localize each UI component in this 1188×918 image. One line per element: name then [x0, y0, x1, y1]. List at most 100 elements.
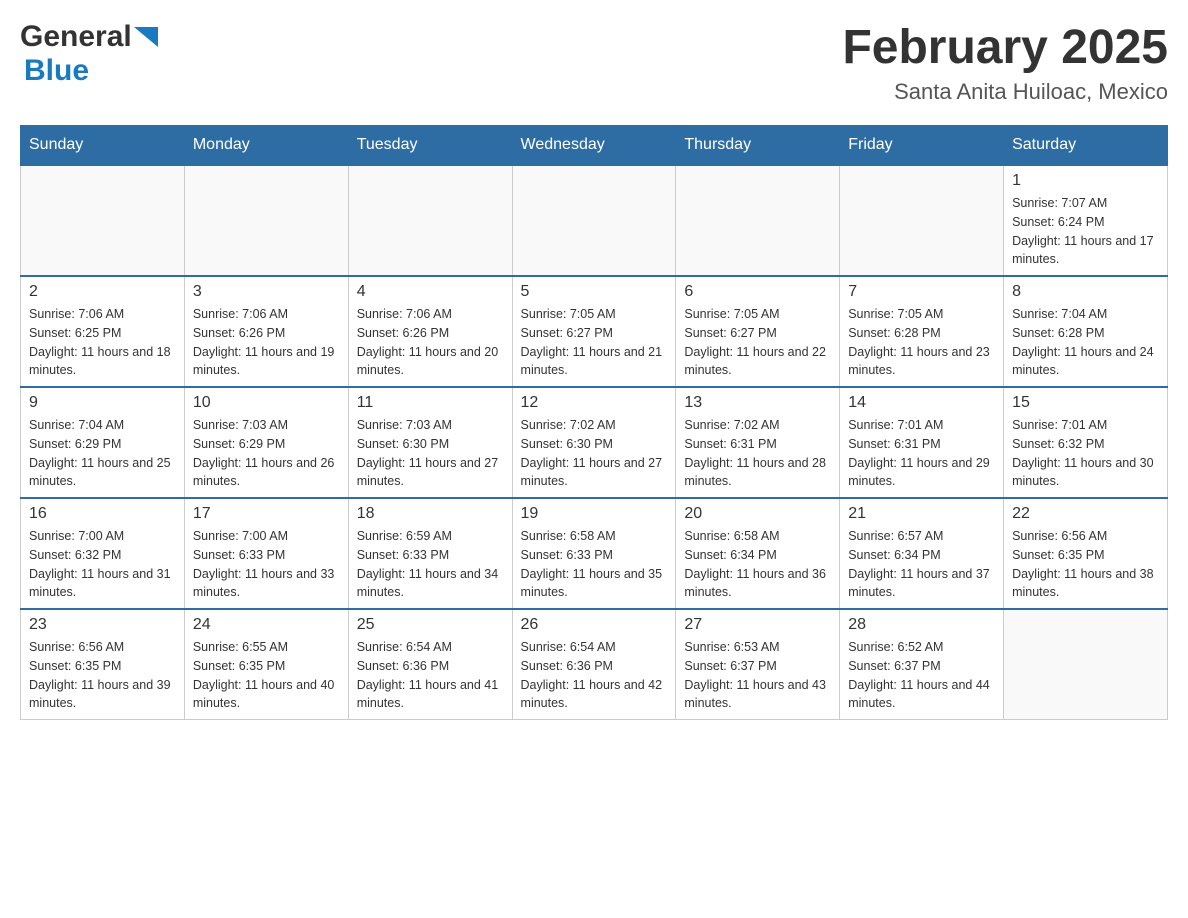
day-info: Sunrise: 7:02 AMSunset: 6:30 PMDaylight:…	[521, 416, 668, 491]
calendar-cell-week4-day5: 20 Sunrise: 6:58 AMSunset: 6:34 PMDayligh…	[676, 498, 840, 609]
day-info: Sunrise: 6:54 AMSunset: 6:36 PMDaylight:…	[357, 638, 504, 713]
calendar-cell-week5-day4: 26 Sunrise: 6:54 AMSunset: 6:36 PMDayligh…	[512, 609, 676, 720]
weekday-header-thursday: Thursday	[676, 126, 840, 166]
day-number: 16	[29, 505, 176, 523]
calendar-cell-week4-day7: 22 Sunrise: 6:56 AMSunset: 6:35 PMDayligh…	[1004, 498, 1168, 609]
day-number: 22	[1012, 505, 1159, 523]
location-title: Santa Anita Huiloac, Mexico	[842, 79, 1168, 105]
day-number: 19	[521, 505, 668, 523]
day-info: Sunrise: 7:05 AMSunset: 6:27 PMDaylight:…	[521, 305, 668, 380]
day-info: Sunrise: 7:01 AMSunset: 6:32 PMDaylight:…	[1012, 416, 1159, 491]
day-number: 25	[357, 616, 504, 634]
day-number: 10	[193, 394, 340, 412]
day-info: Sunrise: 7:07 AMSunset: 6:24 PMDaylight:…	[1012, 194, 1159, 269]
logo-triangle-icon	[134, 27, 158, 51]
day-info: Sunrise: 7:05 AMSunset: 6:28 PMDaylight:…	[848, 305, 995, 380]
day-info: Sunrise: 6:55 AMSunset: 6:35 PMDaylight:…	[193, 638, 340, 713]
day-number: 4	[357, 283, 504, 301]
calendar-cell-week1-day4	[512, 165, 676, 276]
calendar-cell-week2-day7: 8 Sunrise: 7:04 AMSunset: 6:28 PMDaylight…	[1004, 276, 1168, 387]
calendar-cell-week3-day3: 11 Sunrise: 7:03 AMSunset: 6:30 PMDayligh…	[348, 387, 512, 498]
day-info: Sunrise: 6:59 AMSunset: 6:33 PMDaylight:…	[357, 527, 504, 602]
day-info: Sunrise: 7:02 AMSunset: 6:31 PMDaylight:…	[684, 416, 831, 491]
weekday-header-row: SundayMondayTuesdayWednesdayThursdayFrid…	[21, 126, 1168, 166]
day-info: Sunrise: 7:06 AMSunset: 6:25 PMDaylight:…	[29, 305, 176, 380]
day-number: 17	[193, 505, 340, 523]
day-info: Sunrise: 7:00 AMSunset: 6:32 PMDaylight:…	[29, 527, 176, 602]
calendar-cell-week5-day7	[1004, 609, 1168, 720]
week-row-2: 2 Sunrise: 7:06 AMSunset: 6:25 PMDaylight…	[21, 276, 1168, 387]
calendar-cell-week2-day4: 5 Sunrise: 7:05 AMSunset: 6:27 PMDaylight…	[512, 276, 676, 387]
weekday-header-tuesday: Tuesday	[348, 126, 512, 166]
day-number: 8	[1012, 283, 1159, 301]
day-number: 26	[521, 616, 668, 634]
calendar-cell-week3-day6: 14 Sunrise: 7:01 AMSunset: 6:31 PMDayligh…	[840, 387, 1004, 498]
weekday-header-saturday: Saturday	[1004, 126, 1168, 166]
calendar-cell-week5-day6: 28 Sunrise: 6:52 AMSunset: 6:37 PMDayligh…	[840, 609, 1004, 720]
day-info: Sunrise: 7:04 AMSunset: 6:28 PMDaylight:…	[1012, 305, 1159, 380]
day-number: 27	[684, 616, 831, 634]
day-info: Sunrise: 7:04 AMSunset: 6:29 PMDaylight:…	[29, 416, 176, 491]
week-row-3: 9 Sunrise: 7:04 AMSunset: 6:29 PMDaylight…	[21, 387, 1168, 498]
day-info: Sunrise: 7:06 AMSunset: 6:26 PMDaylight:…	[193, 305, 340, 380]
page-header: General Blue February 2025 Santa Anita H…	[20, 20, 1168, 105]
day-number: 2	[29, 283, 176, 301]
day-number: 28	[848, 616, 995, 634]
day-number: 9	[29, 394, 176, 412]
calendar-cell-week2-day1: 2 Sunrise: 7:06 AMSunset: 6:25 PMDaylight…	[21, 276, 185, 387]
day-info: Sunrise: 6:53 AMSunset: 6:37 PMDaylight:…	[684, 638, 831, 713]
calendar-cell-week3-day5: 13 Sunrise: 7:02 AMSunset: 6:31 PMDayligh…	[676, 387, 840, 498]
day-info: Sunrise: 7:03 AMSunset: 6:30 PMDaylight:…	[357, 416, 504, 491]
day-info: Sunrise: 6:56 AMSunset: 6:35 PMDaylight:…	[29, 638, 176, 713]
calendar-cell-week2-day5: 6Sunrise: 7:05 AMSunset: 6:27 PMDaylight…	[676, 276, 840, 387]
day-info: Sunrise: 6:56 AMSunset: 6:35 PMDaylight:…	[1012, 527, 1159, 602]
calendar-cell-week1-day6	[840, 165, 1004, 276]
calendar-cell-week5-day2: 24Sunrise: 6:55 AMSunset: 6:35 PMDayligh…	[184, 609, 348, 720]
calendar-cell-week4-day1: 16 Sunrise: 7:00 AMSunset: 6:32 PMDayligh…	[21, 498, 185, 609]
week-row-5: 23 Sunrise: 6:56 AMSunset: 6:35 PMDayligh…	[21, 609, 1168, 720]
day-number: 6	[684, 283, 831, 301]
day-info: Sunrise: 6:58 AMSunset: 6:34 PMDaylight:…	[684, 527, 831, 602]
calendar-cell-week1-day2	[184, 165, 348, 276]
calendar-cell-week3-day2: 10Sunrise: 7:03 AMSunset: 6:29 PMDayligh…	[184, 387, 348, 498]
calendar-cell-week1-day7: 1 Sunrise: 7:07 AMSunset: 6:24 PMDaylight…	[1004, 165, 1168, 276]
calendar-cell-week5-day3: 25 Sunrise: 6:54 AMSunset: 6:36 PMDayligh…	[348, 609, 512, 720]
day-number: 23	[29, 616, 176, 634]
day-number: 14	[848, 394, 995, 412]
calendar-table: SundayMondayTuesdayWednesdayThursdayFrid…	[20, 125, 1168, 720]
day-number: 21	[848, 505, 995, 523]
day-info: Sunrise: 6:52 AMSunset: 6:37 PMDaylight:…	[848, 638, 995, 713]
day-info: Sunrise: 6:54 AMSunset: 6:36 PMDaylight:…	[521, 638, 668, 713]
day-number: 1	[1012, 172, 1159, 190]
calendar-cell-week1-day3	[348, 165, 512, 276]
day-number: 3	[193, 283, 340, 301]
day-number: 11	[357, 394, 504, 412]
month-title: February 2025	[842, 20, 1168, 75]
calendar-cell-week4-day2: 17 Sunrise: 7:00 AMSunset: 6:33 PMDayligh…	[184, 498, 348, 609]
day-number: 20	[684, 505, 831, 523]
day-info: Sunrise: 7:06 AMSunset: 6:26 PMDaylight:…	[357, 305, 504, 380]
logo: General Blue	[20, 20, 158, 88]
weekday-header-sunday: Sunday	[21, 126, 185, 166]
calendar-cell-week2-day6: 7 Sunrise: 7:05 AMSunset: 6:28 PMDaylight…	[840, 276, 1004, 387]
day-number: 12	[521, 394, 668, 412]
day-info: Sunrise: 7:01 AMSunset: 6:31 PMDaylight:…	[848, 416, 995, 491]
calendar-cell-week1-day5	[676, 165, 840, 276]
calendar-cell-week4-day6: 21 Sunrise: 6:57 AMSunset: 6:34 PMDayligh…	[840, 498, 1004, 609]
calendar-cell-week4-day4: 19Sunrise: 6:58 AMSunset: 6:33 PMDayligh…	[512, 498, 676, 609]
day-number: 13	[684, 394, 831, 412]
calendar-cell-week2-day3: 4 Sunrise: 7:06 AMSunset: 6:26 PMDaylight…	[348, 276, 512, 387]
calendar-cell-week4-day3: 18Sunrise: 6:59 AMSunset: 6:33 PMDayligh…	[348, 498, 512, 609]
calendar-cell-week3-day7: 15Sunrise: 7:01 AMSunset: 6:32 PMDayligh…	[1004, 387, 1168, 498]
day-info: Sunrise: 7:00 AMSunset: 6:33 PMDaylight:…	[193, 527, 340, 602]
day-info: Sunrise: 6:57 AMSunset: 6:34 PMDaylight:…	[848, 527, 995, 602]
day-number: 7	[848, 283, 995, 301]
weekday-header-friday: Friday	[840, 126, 1004, 166]
calendar-cell-week1-day1	[21, 165, 185, 276]
calendar-cell-week5-day1: 23 Sunrise: 6:56 AMSunset: 6:35 PMDayligh…	[21, 609, 185, 720]
weekday-header-monday: Monday	[184, 126, 348, 166]
week-row-4: 16 Sunrise: 7:00 AMSunset: 6:32 PMDayligh…	[21, 498, 1168, 609]
logo-general-text: General	[20, 20, 132, 54]
calendar-cell-week5-day5: 27 Sunrise: 6:53 AMSunset: 6:37 PMDayligh…	[676, 609, 840, 720]
day-number: 5	[521, 283, 668, 301]
